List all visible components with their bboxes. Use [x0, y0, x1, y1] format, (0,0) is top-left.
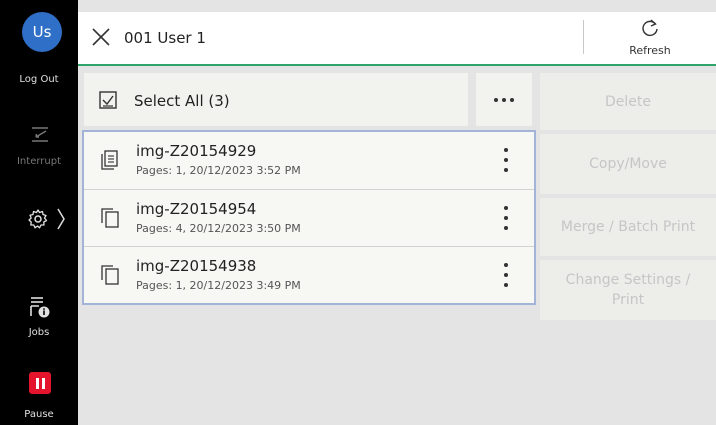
copy-document-icon [101, 208, 119, 228]
list-item[interactable]: img-Z20154954 Pages: 4, 20/12/2023 3:50 … [84, 189, 534, 246]
change-settings-print-button[interactable]: Change Settings / Print [540, 260, 716, 320]
interrupt-icon[interactable] [29, 124, 51, 146]
copy-document-icon [101, 265, 119, 285]
chevron-right-icon[interactable] [56, 206, 66, 232]
file-list-area: Select All (3) img-Z20154929 Pages: 1, 2… [78, 68, 538, 425]
kebab-dot [504, 273, 508, 277]
row-menu-button[interactable] [500, 146, 512, 174]
file-list: img-Z20154929 Pages: 1, 20/12/2023 3:52 … [82, 130, 536, 305]
action-panel: Delete Copy/Move Merge / Batch Print Cha… [540, 68, 716, 425]
sidebar: Us Log Out Interrupt Jobs Pause [0, 0, 78, 425]
more-options-button[interactable] [476, 73, 532, 126]
refresh-icon [642, 19, 658, 37]
row-menu-button[interactable] [500, 261, 512, 289]
row-menu-button[interactable] [500, 204, 512, 232]
multi-document-icon [101, 150, 118, 170]
list-item[interactable]: img-Z20154938 Pages: 1, 20/12/2023 3:49 … [84, 246, 534, 303]
close-icon[interactable] [90, 26, 112, 48]
pause-label: Pause [24, 409, 54, 420]
kebab-dot [504, 216, 508, 220]
main-panel: 001 User 1 Refresh Select All (3) img-Z2… [78, 0, 716, 425]
kebab-dot [504, 283, 508, 287]
select-all-button[interactable]: Select All (3) [84, 73, 468, 126]
gear-icon[interactable] [27, 208, 49, 230]
header: 001 User 1 Refresh [78, 12, 716, 66]
more-dots-icon [494, 97, 498, 102]
list-item[interactable]: img-Z20154929 Pages: 1, 20/12/2023 3:52 … [84, 132, 534, 189]
jobs-label: Jobs [28, 327, 50, 338]
pause-icon-bar [41, 377, 45, 389]
more-dot [510, 97, 514, 102]
user-avatar[interactable]: Us [22, 12, 62, 52]
refresh-button[interactable]: Refresh [584, 12, 716, 64]
kebab-icon [504, 148, 508, 152]
kebab-icon [504, 206, 508, 210]
pause-icon [35, 377, 39, 389]
kebab-icon [504, 263, 508, 267]
file-meta: Pages: 4, 20/12/2023 3:50 PM [136, 222, 301, 235]
copy-move-button[interactable]: Copy/Move [540, 134, 716, 194]
checkbox-checked-icon [99, 91, 117, 109]
interrupt-label: Interrupt [16, 156, 61, 167]
jobs-icon[interactable] [28, 295, 52, 319]
page-title: 001 User 1 [124, 29, 206, 47]
kebab-dot [504, 168, 508, 172]
pause-button[interactable] [29, 372, 51, 394]
file-name: img-Z20154954 [136, 200, 257, 218]
file-meta: Pages: 1, 20/12/2023 3:52 PM [136, 164, 301, 177]
file-name: img-Z20154938 [136, 257, 257, 275]
kebab-dot [504, 158, 508, 162]
kebab-dot [504, 226, 508, 230]
file-meta: Pages: 1, 20/12/2023 3:49 PM [136, 279, 301, 292]
logout-button[interactable]: Log Out [0, 74, 78, 85]
merge-batch-print-button[interactable]: Merge / Batch Print [540, 198, 716, 256]
refresh-label: Refresh [629, 44, 671, 57]
file-name: img-Z20154929 [136, 142, 257, 160]
more-dot [502, 97, 506, 102]
select-all-label: Select All (3) [134, 92, 230, 110]
delete-button[interactable]: Delete [540, 73, 716, 130]
